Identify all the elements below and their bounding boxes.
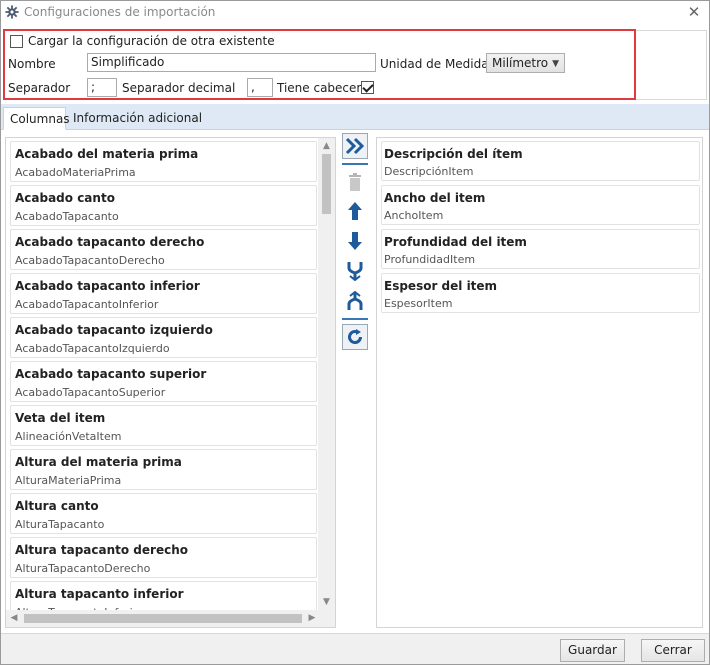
scroll-up-icon[interactable]: ▲ <box>318 138 335 154</box>
selected-column-item[interactable]: Espesor del item EspesorItem <box>381 273 700 313</box>
available-column-field: AcabadoTapacanto <box>15 210 119 223</box>
available-column-item[interactable]: Altura tapacanto derecho AlturaTapacantoD… <box>10 537 317 578</box>
available-column-title: Acabado tapacanto izquierdo <box>15 323 213 337</box>
available-column-item[interactable]: Altura canto AlturaTapacanto <box>10 493 317 534</box>
decimal-separator-label: Separador decimal <box>122 81 236 95</box>
arrow-down-icon <box>348 232 362 250</box>
load-existing-checkbox[interactable] <box>10 35 23 48</box>
available-column-field: AcabadoMateriaPrima <box>15 166 136 179</box>
gear-icon <box>5 5 19 19</box>
available-column-item[interactable]: Acabado tapacanto izquierdo AcabadoTapaca… <box>10 317 317 358</box>
refresh-icon <box>348 329 362 344</box>
available-column-title: Acabado tapacanto superior <box>15 367 207 381</box>
tab-informacion-adicional[interactable]: Información adicional <box>67 107 208 130</box>
trash-icon <box>349 173 361 191</box>
scrollbar-corner <box>318 610 335 627</box>
available-column-field: AcabadoTapacantoIzquierdo <box>15 342 170 355</box>
toolbar-separator <box>342 163 368 165</box>
title-bar: Configuraciones de importación ✕ <box>1 1 709 25</box>
available-column-title: Altura tapacanto inferior <box>15 587 184 601</box>
available-column-field: AlturaMateriaPrima <box>15 474 122 487</box>
available-column-item[interactable]: Acabado canto AcabadoTapacanto <box>10 185 317 226</box>
available-column-field: AcabadoTapacantoDerecho <box>15 254 165 267</box>
move-down-button[interactable] <box>342 228 368 254</box>
dialog-footer: Guardar Cerrar <box>1 633 709 664</box>
name-label: Nombre <box>8 57 56 71</box>
available-column-field: AlineaciónVetaItem <box>15 430 122 443</box>
vertical-scrollbar[interactable]: ▲ ▼ <box>318 138 335 610</box>
available-column-title: Acabado tapacanto inferior <box>15 279 200 293</box>
separator-label: Separador <box>8 81 71 95</box>
selected-column-title: Ancho del item <box>384 191 486 205</box>
available-column-item[interactable]: Acabado del materia prima AcabadoMateriaP… <box>10 141 317 182</box>
available-column-item[interactable]: Altura del materia prima AlturaMateriaPri… <box>10 449 317 490</box>
has-header-label: Tiene cabecera <box>277 81 369 95</box>
add-all-button[interactable] <box>342 133 368 159</box>
available-column-item[interactable]: Veta del item AlineaciónVetaItem <box>10 405 317 446</box>
available-column-item[interactable]: Acabado tapacanto derecho AcabadoTapacant… <box>10 229 317 270</box>
scroll-left-icon[interactable]: ◀ <box>6 610 22 627</box>
available-column-title: Acabado canto <box>15 191 115 205</box>
selected-column-field: EspesorItem <box>384 297 453 310</box>
arrow-up-icon <box>348 202 362 220</box>
load-existing-label: Cargar la configuración de otra existent… <box>28 34 275 48</box>
available-column-title: Altura canto <box>15 499 99 513</box>
toolbar-separator <box>342 318 368 320</box>
available-column-item[interactable]: Acabado tapacanto superior AcabadoTapacan… <box>10 361 317 402</box>
selected-column-item[interactable]: Descripción del ítem DescripciónItem <box>381 141 700 181</box>
available-column-title: Acabado tapacanto derecho <box>15 235 205 249</box>
selected-column-field: DescripciónItem <box>384 165 474 178</box>
scrollbar-thumb[interactable] <box>322 154 331 214</box>
merge-icon <box>347 262 363 281</box>
scroll-down-icon[interactable]: ▼ <box>318 594 335 610</box>
close-button[interactable]: Cerrar <box>641 639 705 662</box>
unit-select-value: Milímetro <box>492 56 549 70</box>
available-column-title: Veta del item <box>15 411 106 425</box>
tab-bar: Columnas Información adicional <box>1 104 709 130</box>
merge-button[interactable] <box>342 258 368 284</box>
unit-select[interactable]: Milímetro ▼ <box>486 53 565 73</box>
selected-column-field: ProfundidadItem <box>384 253 476 266</box>
available-column-field: AcabadoTapacantoInferior <box>15 298 159 311</box>
available-column-title: Altura del materia prima <box>15 455 182 469</box>
available-column-field: AlturaTapacantoDerecho <box>15 562 151 575</box>
split-icon <box>347 291 363 310</box>
import-config-dialog: Configuraciones de importación ✕ Cargar … <box>0 0 710 665</box>
delete-button[interactable] <box>342 169 368 195</box>
available-column-field: AcabadoTapacantoSuperior <box>15 386 166 399</box>
horizontal-scrollbar[interactable]: ◀ ▶ <box>6 610 320 627</box>
chevron-down-icon: ▼ <box>552 59 559 69</box>
selected-column-title: Descripción del ítem <box>384 147 523 161</box>
name-field[interactable]: Simplificado <box>87 53 376 72</box>
tab-columnas[interactable]: Columnas <box>3 107 70 130</box>
available-columns-list: Acabado del materia prima AcabadoMateriaP… <box>6 138 320 610</box>
available-column-field: AlturaTapacanto <box>15 518 105 531</box>
decimal-separator-field[interactable]: , <box>247 78 273 97</box>
selected-column-title: Espesor del item <box>384 279 498 293</box>
available-column-item[interactable]: Altura tapacanto inferiorAlturaTapacanto… <box>10 581 317 610</box>
selected-column-field: AnchoItem <box>384 209 444 222</box>
horizontal-scrollbar-thumb[interactable] <box>24 614 302 623</box>
unit-label: Unidad de Medida : <box>380 57 497 71</box>
refresh-button[interactable] <box>342 324 368 350</box>
column-toolbar <box>342 131 370 351</box>
save-button[interactable]: Guardar <box>560 639 625 662</box>
move-up-button[interactable] <box>342 198 368 224</box>
available-column-item[interactable]: Acabado tapacanto inferior AcabadoTapacan… <box>10 273 317 314</box>
selected-column-item[interactable]: Ancho del item AnchoItem <box>381 185 700 225</box>
has-header-checkbox[interactable] <box>361 81 374 94</box>
available-column-title: Altura tapacanto derecho <box>15 543 188 557</box>
split-button[interactable] <box>342 288 368 314</box>
double-chevron-right-icon <box>345 137 365 155</box>
close-icon[interactable]: ✕ <box>685 3 703 21</box>
available-columns-panel: Acabado del materia prima AcabadoMateriaP… <box>5 137 336 628</box>
separator-field[interactable]: ; <box>87 78 117 97</box>
window-title: Configuraciones de importación <box>24 5 216 19</box>
selected-column-item[interactable]: Profundidad del item ProfundidadItem <box>381 229 700 269</box>
selected-column-title: Profundidad del item <box>384 235 527 249</box>
available-column-title: Acabado del materia prima <box>15 147 199 161</box>
selected-columns-panel: Descripción del ítem DescripciónItem Anc… <box>376 137 703 628</box>
